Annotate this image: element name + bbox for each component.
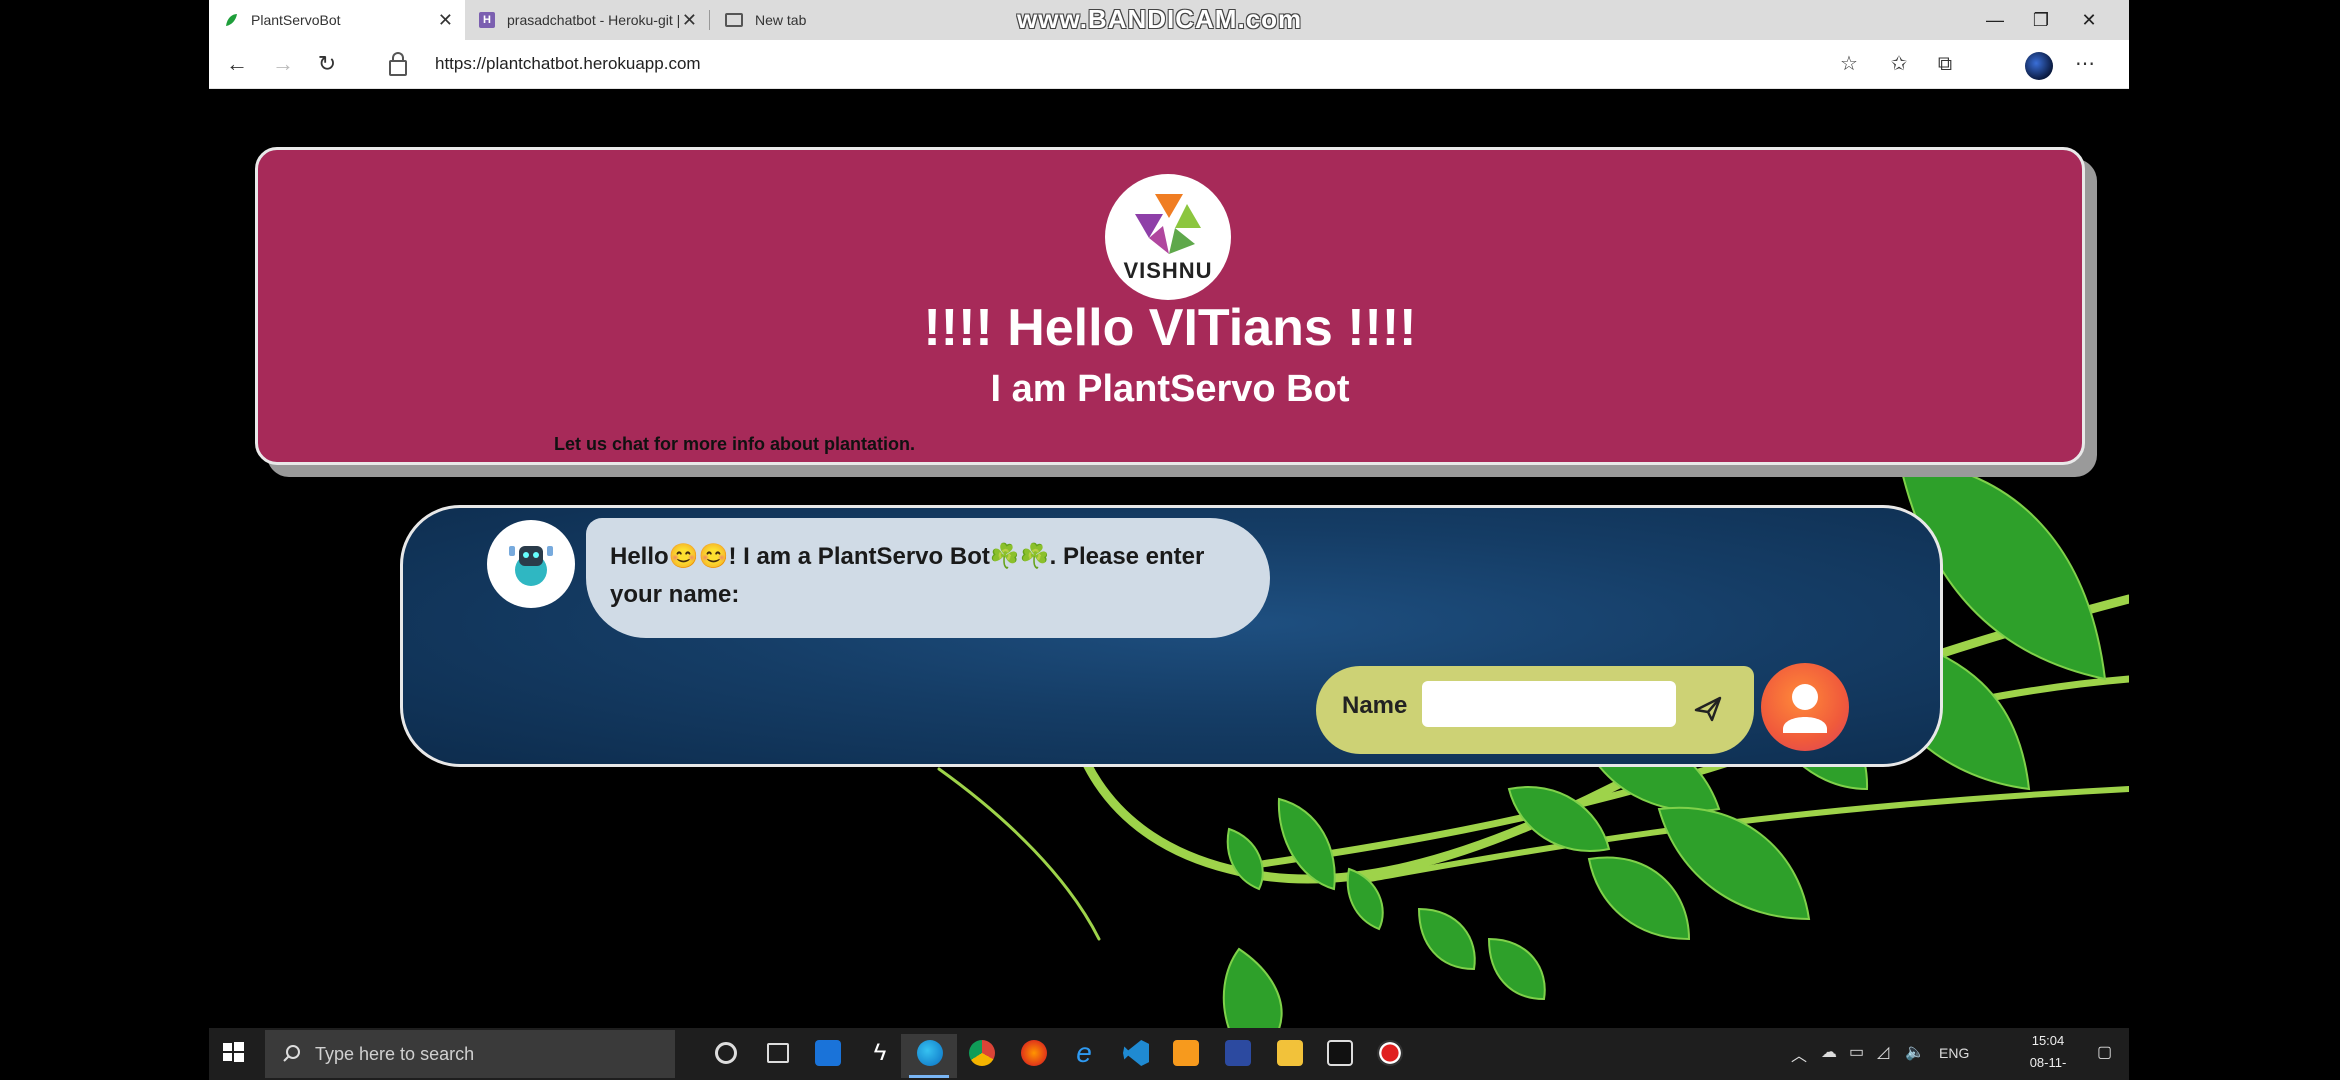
lightning-app-icon[interactable]: ϟ bbox=[851, 1034, 907, 1078]
tab-close-icon[interactable]: ✕ bbox=[682, 10, 697, 30]
more-menu-icon[interactable]: ⋯ bbox=[2071, 50, 2099, 78]
tab-plantservobot[interactable]: PlantServoBot ✕ bbox=[209, 0, 465, 40]
search-placeholder: Type here to search bbox=[315, 1044, 475, 1064]
favorites-list-icon[interactable]: ✩ bbox=[1885, 50, 1913, 78]
name-label: Name bbox=[1342, 692, 1408, 719]
bandicam-record-icon[interactable] bbox=[1361, 1034, 1417, 1078]
tab-heroku[interactable]: H prasadchatbot - Heroku-git | Her ✕ bbox=[465, 0, 709, 40]
chat-window: Hello😊😊! I am a PlantServo Bot☘️☘️. Plea… bbox=[400, 505, 1943, 767]
collections-icon[interactable]: ⧉ bbox=[1931, 50, 1959, 78]
name-input[interactable] bbox=[1422, 681, 1676, 727]
tab-title: prasadchatbot - Heroku-git | Her bbox=[507, 12, 683, 28]
recording-watermark: www.BANDICAM.com bbox=[1017, 4, 1303, 34]
windows-taskbar: Type here to search ϟ e ︿ ☁ ▭ ◿ 🔈 ENG 15… bbox=[209, 1028, 2129, 1080]
user-icon bbox=[1783, 684, 1827, 733]
heroku-favicon-icon: H bbox=[479, 12, 495, 28]
web-page: VISHNU !!!! Hello VITians !!!! I am Plan… bbox=[209, 89, 2129, 1029]
onedrive-icon[interactable]: ☁ bbox=[1821, 1042, 1837, 1062]
internet-explorer-icon[interactable]: e bbox=[1055, 1034, 1111, 1078]
sublime-text-icon[interactable] bbox=[1157, 1034, 1213, 1078]
language-indicator[interactable]: ENG bbox=[1939, 1045, 1969, 1061]
battery-icon[interactable]: ▭ bbox=[1849, 1042, 1864, 1062]
forward-icon[interactable]: → bbox=[267, 48, 299, 80]
file-explorer-icon[interactable] bbox=[1261, 1034, 1317, 1078]
system-clock[interactable]: 15:04 08-11-2020 bbox=[2017, 1030, 2079, 1080]
mail-app-icon[interactable] bbox=[799, 1034, 855, 1078]
tab-title: PlantServoBot bbox=[251, 12, 341, 28]
refresh-icon[interactable]: ↻ bbox=[311, 48, 343, 80]
tab-new-tab[interactable]: New tab bbox=[711, 0, 861, 40]
edge-browser-icon[interactable] bbox=[901, 1034, 957, 1078]
name-input-bar: Name bbox=[1316, 666, 1754, 754]
terminal-icon[interactable] bbox=[1311, 1034, 1367, 1078]
profile-avatar[interactable] bbox=[2025, 52, 2053, 80]
search-icon bbox=[283, 1045, 300, 1062]
favorite-star-icon[interactable]: ☆ bbox=[1835, 50, 1863, 78]
firefox-icon[interactable] bbox=[1005, 1034, 1061, 1078]
browser-toolbar: ← → ↻ https://plantchatbot.herokuapp.com… bbox=[209, 40, 2129, 89]
header-banner: VISHNU !!!! Hello VITians !!!! I am Plan… bbox=[255, 147, 2085, 465]
bot-avatar bbox=[487, 520, 575, 608]
vscode-icon[interactable] bbox=[1107, 1034, 1163, 1078]
browser-tab-strip: PlantServoBot ✕ H prasadchatbot - Heroku… bbox=[209, 0, 2129, 40]
logo-text: VISHNU bbox=[1123, 258, 1213, 283]
windows-start-icon[interactable] bbox=[219, 1038, 247, 1066]
cortana-icon[interactable] bbox=[697, 1034, 753, 1078]
network-icon[interactable]: ◿ bbox=[1877, 1042, 1889, 1062]
task-view-icon[interactable] bbox=[749, 1034, 805, 1078]
bot-message-bubble: Hello😊😊! I am a PlantServo Bot☘️☘️. Plea… bbox=[586, 518, 1270, 638]
vishnu-logo: VISHNU bbox=[1105, 174, 1231, 300]
back-icon[interactable]: ← bbox=[221, 48, 253, 80]
address-bar[interactable]: https://plantchatbot.herokuapp.com bbox=[389, 46, 1879, 82]
show-hidden-icons-icon[interactable]: ︿ bbox=[1791, 1042, 1807, 1066]
robot-icon bbox=[509, 546, 553, 586]
tagline: Let us chat for more info about plantati… bbox=[554, 434, 916, 454]
tab-separator bbox=[709, 10, 710, 30]
maximize-icon[interactable]: ❐ bbox=[2019, 4, 2063, 36]
tab-close-icon[interactable]: ✕ bbox=[438, 10, 453, 30]
chrome-icon[interactable] bbox=[953, 1034, 1009, 1078]
url-text: https://plantchatbot.herokuapp.com bbox=[435, 54, 701, 73]
clock-time: 15:04 bbox=[2031, 1033, 2065, 1048]
notifications-icon[interactable]: ▢ bbox=[2097, 1042, 2112, 1062]
taskbar-search-box[interactable]: Type here to search bbox=[265, 1030, 675, 1078]
volume-icon[interactable]: 🔈 bbox=[1905, 1042, 1925, 1062]
user-avatar bbox=[1761, 663, 1849, 751]
screen: PlantServoBot ✕ H prasadchatbot - Heroku… bbox=[209, 0, 2129, 1080]
dev-cpp-icon[interactable] bbox=[1209, 1034, 1265, 1078]
leaf-favicon-icon bbox=[226, 14, 237, 26]
bot-subtitle: I am PlantServo Bot bbox=[990, 368, 1350, 410]
new-tab-favicon-icon bbox=[725, 13, 743, 27]
send-icon[interactable] bbox=[1688, 688, 1728, 728]
tab-title: New tab bbox=[755, 12, 807, 28]
page-title: !!!! Hello VITians !!!! bbox=[923, 299, 1417, 357]
lock-icon bbox=[389, 52, 407, 76]
minimize-icon[interactable]: — bbox=[1973, 4, 2017, 36]
close-window-icon[interactable]: ✕ bbox=[2067, 4, 2111, 36]
clock-date: 08-11-2020 bbox=[2029, 1055, 2067, 1080]
